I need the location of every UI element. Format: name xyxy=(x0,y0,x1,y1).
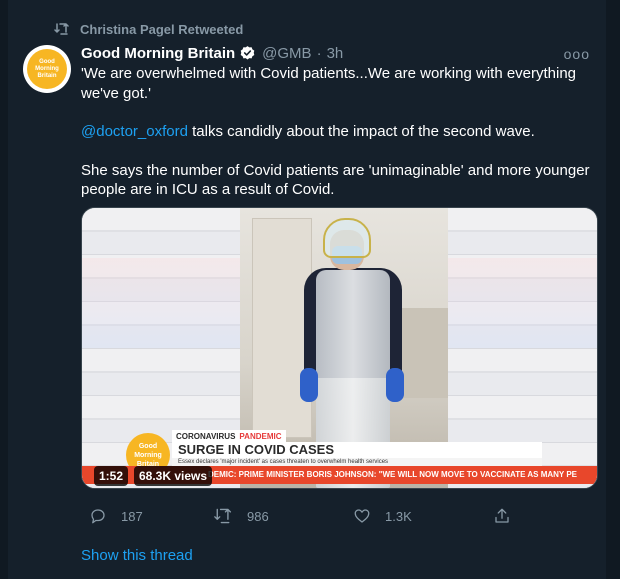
avatar-text-line: Good xyxy=(39,58,55,65)
retweet-button[interactable]: 986 xyxy=(213,506,269,526)
video-views: 68.3K views xyxy=(134,466,213,486)
timestamp[interactable]: 3h xyxy=(327,45,344,62)
share-icon xyxy=(493,507,511,525)
heart-icon xyxy=(353,507,371,525)
tweet-text: 'We are overwhelmed with Covid patients.… xyxy=(81,64,591,200)
share-button[interactable] xyxy=(493,506,511,526)
reply-button[interactable]: 187 xyxy=(89,506,143,526)
handle[interactable]: @GMB xyxy=(262,45,311,62)
like-button[interactable]: 1.3K xyxy=(353,506,412,526)
avatar-text-line: Britain xyxy=(37,72,57,79)
reply-count: 187 xyxy=(121,508,143,524)
tweet-paragraph: 'We are overwhelmed with Covid patients.… xyxy=(81,65,577,102)
retweet-icon xyxy=(54,22,70,36)
tweet-paragraph: She says the number of Covid patients ar… xyxy=(81,161,590,199)
left-gutter xyxy=(0,0,8,579)
show-thread-link[interactable]: Show this thread xyxy=(81,547,193,564)
avatar-text-line: Morning xyxy=(35,65,59,72)
display-name[interactable]: Good Morning Britain xyxy=(81,45,235,62)
tweet-card[interactable]: Christina Pagel Retweeted Good Morning B… xyxy=(8,0,606,579)
video-player[interactable]: Good Morning Britain CORONAVIRUS PANDEMI… xyxy=(81,207,598,489)
news-lower-third: CORONAVIRUS PANDEMIC SURGE IN COVID CASE… xyxy=(172,430,542,468)
mention-link[interactable]: @doctor_oxford xyxy=(81,123,188,140)
glove-right xyxy=(386,368,404,402)
tweet-paragraph-rest: talks candidly about the impact of the s… xyxy=(187,123,535,140)
bug-text-line: Good xyxy=(138,442,158,450)
retweet-context: Christina Pagel Retweeted xyxy=(54,20,243,38)
tweet-actions: 187 986 1.3K xyxy=(81,506,521,526)
news-headline: SURGE IN COVID CASES xyxy=(172,442,542,458)
news-tag-prefix: CORONAVIRUS xyxy=(176,431,236,441)
news-tag-accent: PANDEMIC xyxy=(239,431,282,441)
retweet-action-icon xyxy=(213,507,233,525)
more-options-icon[interactable]: ooo xyxy=(564,46,590,62)
avatar[interactable]: Good Morning Britain xyxy=(23,45,71,93)
face-visor xyxy=(323,218,371,258)
separator-dot: · xyxy=(316,44,322,62)
retweet-label: Christina Pagel Retweeted xyxy=(80,21,244,37)
gmb-logo: Good Morning Britain xyxy=(27,49,67,89)
verified-badge-icon xyxy=(239,45,256,62)
reply-icon xyxy=(89,507,107,525)
tweet-header: Good Morning Britain @GMB · 3h xyxy=(81,42,343,64)
glove-left xyxy=(300,368,318,402)
video-duration: 1:52 xyxy=(94,466,129,486)
bug-text-line: Morning xyxy=(134,451,162,459)
right-gutter xyxy=(606,0,620,579)
like-count: 1.3K xyxy=(385,508,412,524)
retweet-count: 986 xyxy=(247,508,269,524)
news-tag: CORONAVIRUS PANDEMIC xyxy=(172,430,286,442)
tweet-paragraph: @doctor_oxford talks candidly about the … xyxy=(81,122,591,142)
